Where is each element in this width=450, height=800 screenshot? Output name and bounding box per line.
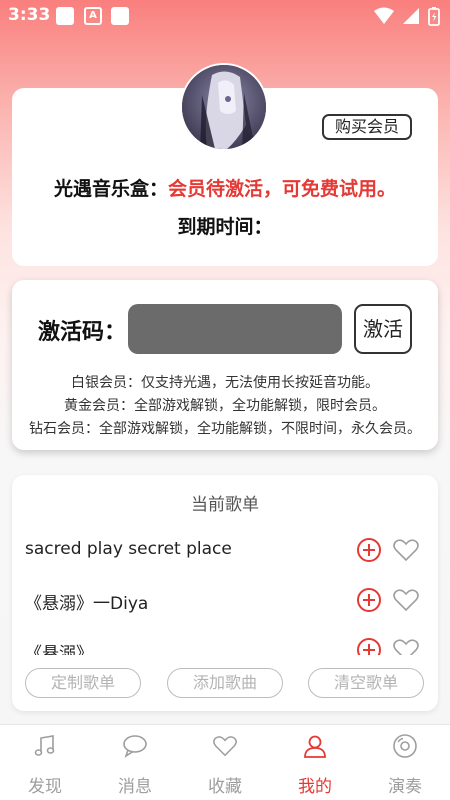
heart-icon[interactable]: [392, 586, 420, 614]
vip-status-text: 会员待激活，可免费试用。: [168, 178, 397, 200]
tier-gold-text: 黄金会员：全部游戏解锁，全功能解锁，限时会员。: [64, 398, 386, 414]
person-icon: [304, 735, 326, 758]
add-circle-icon[interactable]: [356, 537, 382, 563]
buy-vip-button[interactable]: 购买会员: [322, 114, 412, 140]
nav-item-messages[interactable]: 消息: [90, 725, 180, 800]
app-name: 光遇音乐盒：: [53, 178, 168, 200]
notification-icon: [111, 7, 129, 25]
list-item[interactable]: 《悬溺》一Diya: [12, 575, 438, 625]
song-title: 《悬溺》一Diya: [25, 594, 149, 614]
activation-code-input[interactable]: [128, 304, 342, 354]
nav-item-favorites[interactable]: 收藏: [180, 725, 270, 800]
activate-button[interactable]: 激活: [354, 304, 412, 354]
nav-label: 收藏: [208, 777, 242, 797]
nav-item-perform[interactable]: 演奏: [360, 725, 450, 800]
signal-icon: [403, 8, 419, 24]
add-song-button[interactable]: 添加歌曲: [167, 668, 283, 698]
song-title: sacred play secret place: [25, 539, 232, 559]
disc-icon: [393, 734, 417, 758]
song-title: 《悬溺》: [25, 644, 93, 655]
nav-item-mine[interactable]: 我的: [270, 725, 360, 800]
tier-diamond-text: 钻石会员：全部游戏解锁，全功能解锁，不限时间，永久会员。: [29, 421, 421, 437]
wifi-icon: [374, 7, 394, 24]
bottom-nav: 发现 消息 收藏 我的 演奏: [0, 724, 450, 800]
avatar[interactable]: [180, 63, 268, 151]
song-list[interactable]: sacred play secret place 《悬溺》一Diya 《悬溺》: [12, 525, 438, 655]
chat-bubble-icon: [123, 735, 147, 758]
status-bar: 3:33 A: [0, 0, 450, 32]
nav-label: 我的: [298, 777, 332, 797]
app-notification-icon: A: [84, 7, 102, 25]
nav-label: 发现: [28, 777, 62, 797]
battery-icon: [428, 7, 440, 26]
activation-card: 激活码： 激活 白银会员：仅支持光遇，无法使用长按延音功能。 黄金会员：全部游戏…: [12, 280, 438, 450]
music-note-icon: [34, 735, 55, 756]
add-circle-icon[interactable]: [356, 637, 382, 655]
playlist-title: 当前歌单: [191, 495, 259, 515]
playlist-actions: 定制歌单 添加歌曲 清空歌单: [12, 668, 438, 698]
playlist-card: 当前歌单 sacred play secret place 《悬溺》一Diya …: [12, 475, 438, 711]
heart-icon[interactable]: [392, 536, 420, 564]
avatar-image: [182, 65, 266, 149]
membership-status: 光遇音乐盒：会员待激活，可免费试用。: [12, 174, 438, 201]
heart-icon[interactable]: [392, 636, 420, 655]
nav-label: 消息: [118, 777, 152, 797]
notification-icon: [56, 7, 74, 25]
status-time: 3:33: [8, 5, 51, 25]
heart-icon: [213, 736, 237, 757]
list-item[interactable]: sacred play secret place: [12, 525, 438, 575]
expire-time: 到期时间：: [177, 216, 273, 238]
custom-playlist-button[interactable]: 定制歌单: [25, 668, 141, 698]
list-item[interactable]: 《悬溺》: [12, 625, 438, 655]
activation-code-label: 激活码：: [38, 320, 127, 345]
clear-playlist-button[interactable]: 清空歌单: [308, 668, 424, 698]
tier-silver-text: 白银会员：仅支持光遇，无法使用长按延音功能。: [71, 375, 379, 391]
nav-item-discover[interactable]: 发现: [0, 725, 90, 800]
nav-label: 演奏: [388, 777, 422, 797]
add-circle-icon[interactable]: [356, 587, 382, 613]
